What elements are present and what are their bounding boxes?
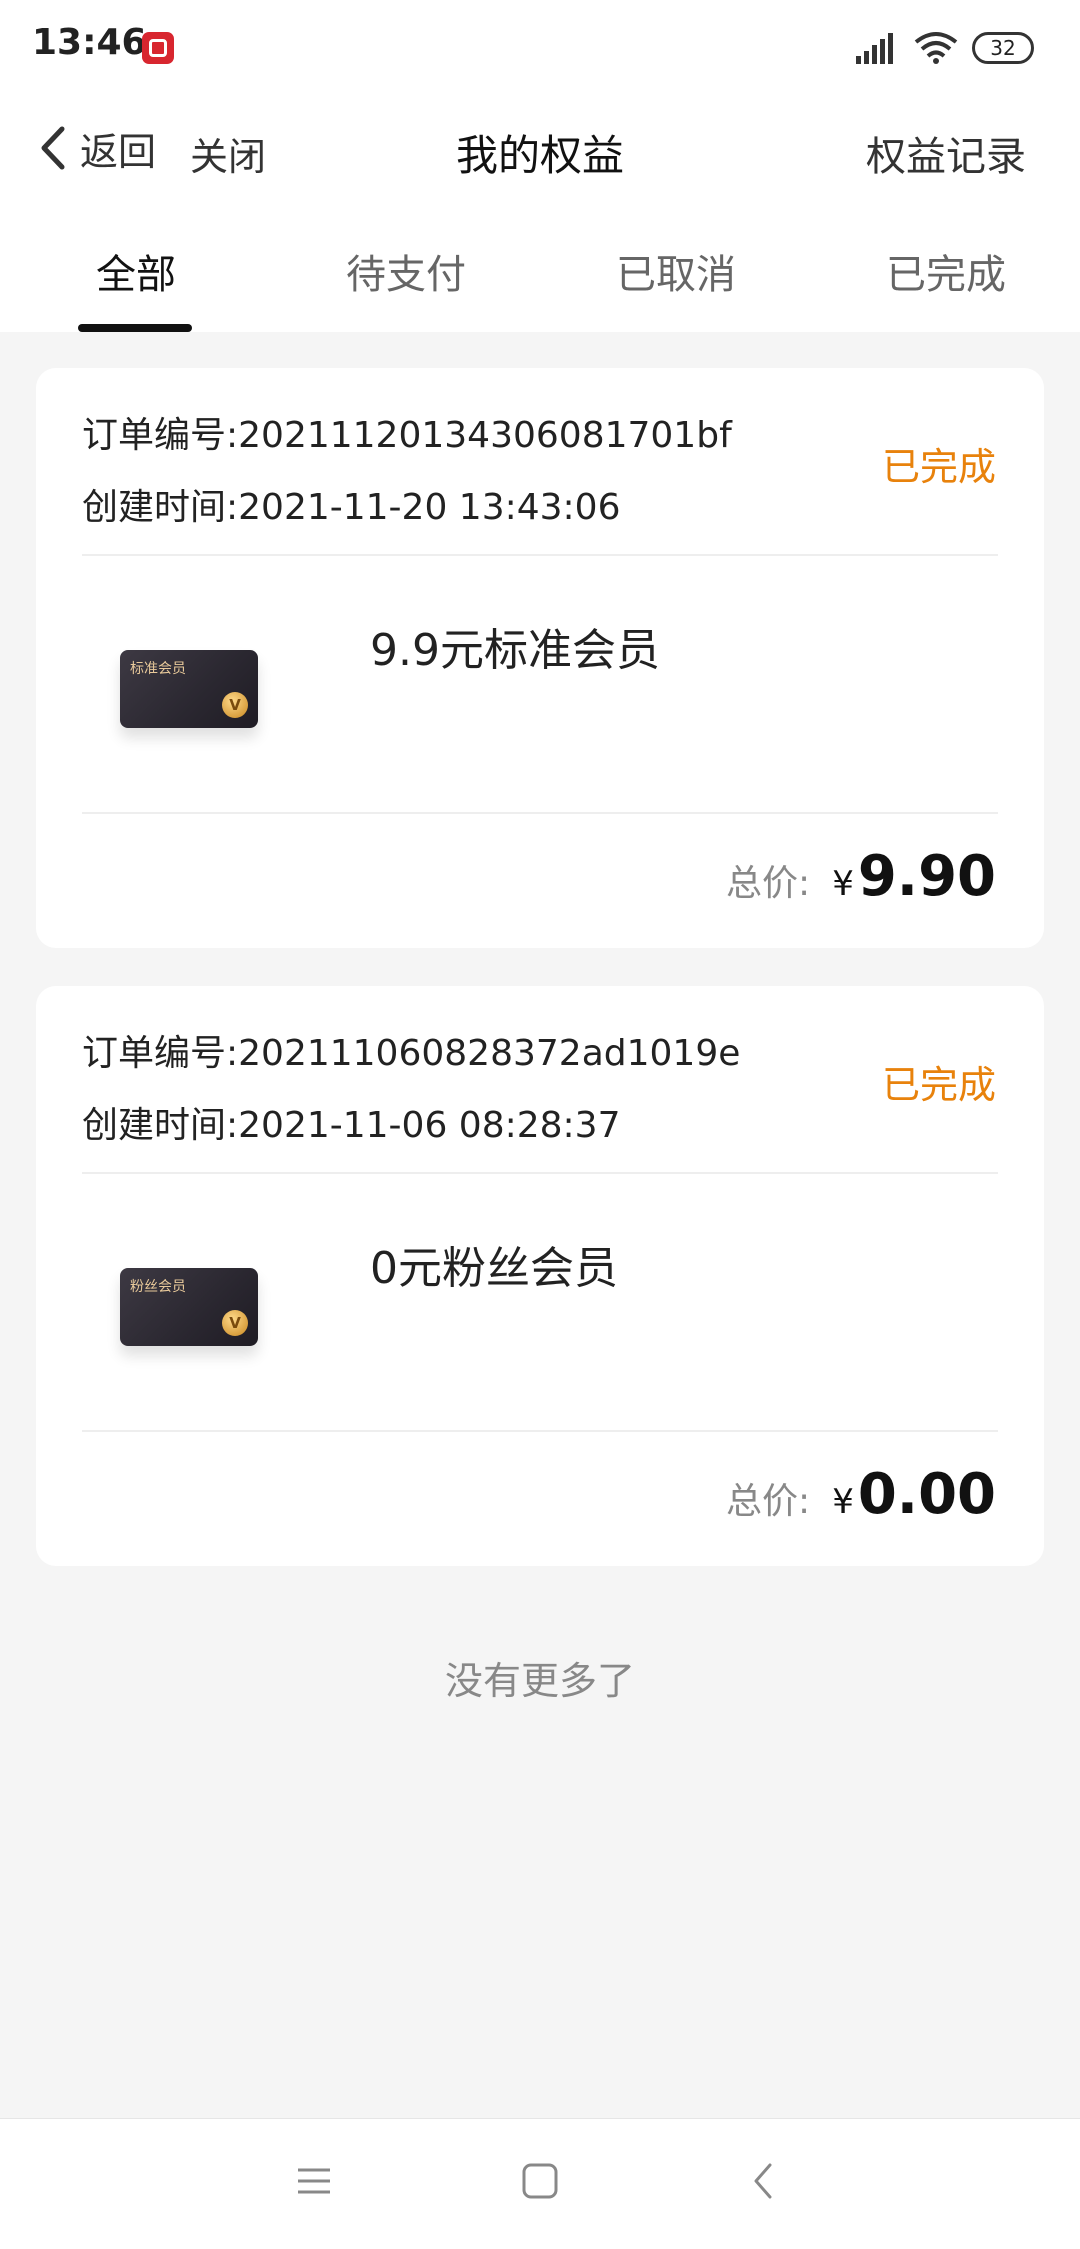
tab-cancelled[interactable]: 已取消 — [616, 242, 736, 300]
order-number: 订单编号:20211120134306081701bf — [82, 415, 732, 456]
order-status: 已完成 — [881, 445, 996, 489]
active-tab-indicator — [78, 324, 192, 332]
price-label: 总价: — [726, 863, 811, 904]
status-time: 13:46 — [32, 22, 147, 63]
tab-all[interactable]: 全部 — [96, 242, 176, 300]
price-row: 总价: ¥ 0.00 — [726, 1462, 996, 1527]
tab-completed[interactable]: 已完成 — [886, 242, 1006, 300]
menu-icon[interactable] — [292, 2159, 336, 2203]
status-bar: 13:46 32 — [0, 0, 1080, 96]
price-label: 总价: — [726, 1481, 811, 1522]
signal-icon — [856, 33, 893, 64]
product-name: 9.9元标准会员 — [370, 625, 660, 676]
divider — [82, 812, 998, 814]
order-created-time: 创建时间:2021-11-20 13:43:06 — [82, 487, 621, 528]
product-name: 0元粉丝会员 — [370, 1243, 618, 1294]
system-navigation-bar — [0, 2118, 1080, 2249]
card-image-label: 标准会员 — [130, 661, 186, 677]
currency-symbol: ¥ — [832, 1482, 854, 1522]
order-card[interactable]: 订单编号:202111060828372ad1019e 创建时间:2021-11… — [36, 986, 1044, 1566]
currency-symbol: ¥ — [832, 864, 854, 904]
battery-icon: 32 — [972, 32, 1034, 64]
benefit-records-link[interactable]: 权益记录 — [866, 124, 1026, 182]
divider — [82, 554, 998, 556]
total-price: 0.00 — [857, 1462, 996, 1527]
order-card[interactable]: 订单编号:20211120134306081701bf 创建时间:2021-11… — [36, 368, 1044, 948]
order-status: 已完成 — [881, 1063, 996, 1107]
card-image-label: 粉丝会员 — [130, 1279, 186, 1295]
membership-card-image: 标准会员 — [120, 650, 258, 728]
vip-badge-icon — [222, 692, 248, 718]
wifi-icon — [914, 32, 958, 64]
tab-bar: 全部 待支付 已取消 已完成 — [0, 232, 1080, 332]
divider — [82, 1430, 998, 1432]
home-icon[interactable] — [518, 2159, 562, 2203]
back-icon[interactable] — [742, 2159, 786, 2203]
total-price: 9.90 — [857, 844, 996, 909]
app-notification-icon — [142, 32, 174, 64]
price-row: 总价: ¥ 9.90 — [726, 844, 996, 909]
membership-card-image: 粉丝会员 — [120, 1268, 258, 1346]
vip-badge-icon — [222, 1310, 248, 1336]
order-number: 订单编号:202111060828372ad1019e — [82, 1033, 741, 1074]
divider — [82, 1172, 998, 1174]
order-created-time: 创建时间:2021-11-06 08:28:37 — [82, 1105, 621, 1146]
tab-pending-payment[interactable]: 待支付 — [346, 242, 466, 300]
no-more-text: 没有更多了 — [444, 1659, 635, 1703]
